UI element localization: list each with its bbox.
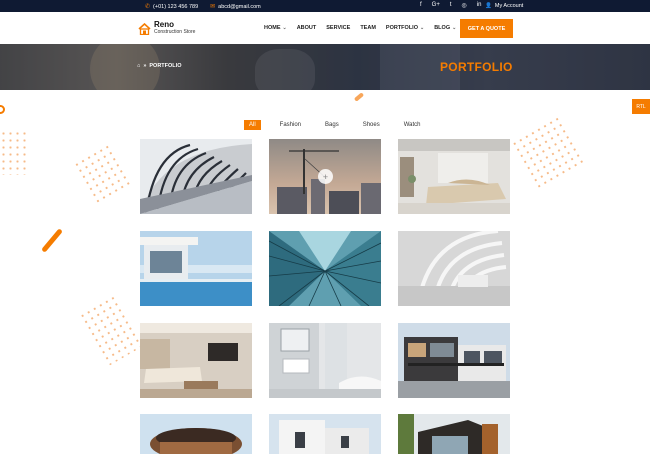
mail-icon: ✉ [210, 4, 216, 10]
facebook-icon[interactable]: f [420, 2, 422, 9]
bathroom-image [269, 323, 381, 398]
my-account-link[interactable]: 👤 My Account [485, 3, 523, 9]
phone-info[interactable]: ✆ (+01) 123 456 789 [145, 3, 198, 10]
white-building-image [269, 414, 381, 454]
page-banner [0, 44, 650, 90]
portfolio-item-bathroom[interactable] [269, 323, 381, 398]
portfolio-item-glass-tower[interactable] [269, 231, 381, 306]
portfolio-filters: All Fashion Bags Shoes Watch [244, 120, 426, 130]
linkedin-icon[interactable]: in [477, 2, 482, 9]
portfolio-item-white-arches[interactable] [398, 231, 510, 306]
decorative-dots [509, 114, 586, 191]
portfolio-item-wood-house[interactable] [398, 414, 510, 454]
portfolio-item-round-building[interactable] [140, 414, 252, 454]
main-nav: HOME⌄ABOUTSERVICETEAMPORTFOLIO⌄BLOG⌄PAGE… [264, 25, 488, 31]
filter-fashion[interactable]: Fashion [275, 120, 306, 130]
filter-all[interactable]: All [244, 120, 261, 130]
decorative-dots [0, 130, 28, 175]
living-room-image [140, 323, 252, 398]
chevron-down-icon: ⌄ [282, 25, 287, 31]
phone-icon: ✆ [145, 4, 151, 10]
logo-tagline: Construction Store [154, 29, 196, 35]
decorative-ring [0, 105, 5, 114]
google-plus-icon[interactable]: G+ [432, 2, 440, 9]
nav-item-blog[interactable]: BLOG ⌄ [434, 25, 456, 31]
nav-item-label: HOME [264, 25, 281, 31]
infinity-pool-image [140, 231, 252, 306]
logo-name: Reno [154, 20, 174, 29]
filter-watch[interactable]: Watch [399, 120, 426, 130]
portfolio-item-modern-house[interactable] [398, 323, 510, 398]
breadcrumb-current: PORTFOLIO [149, 63, 182, 69]
glass-tower-image [269, 231, 381, 306]
logo-house-icon [138, 22, 151, 36]
chevron-down-icon: ⌄ [452, 25, 457, 31]
chevron-down-icon: ⌄ [420, 25, 425, 31]
filter-shoes[interactable]: Shoes [358, 120, 385, 130]
nav-item-portfolio[interactable]: PORTFOLIO ⌄ [386, 25, 424, 31]
nav-item-service[interactable]: SERVICE [326, 25, 350, 31]
email-address: abcd@gmail.com [218, 4, 261, 10]
breadcrumb-separator-icon: » [143, 63, 147, 69]
page-title: PORTFOLIO [440, 60, 513, 74]
round-building-image [140, 414, 252, 454]
wood-house-image [398, 414, 510, 454]
portfolio-item-city-crane[interactable]: + [269, 139, 381, 214]
bedroom-image [398, 139, 510, 214]
zoom-plus-icon[interactable]: + [318, 169, 333, 184]
breadcrumb: ⌂ » PORTFOLIO [137, 63, 181, 69]
nav-item-label: ABOUT [296, 25, 317, 31]
nav-item-about[interactable]: ABOUT [297, 25, 317, 31]
nav-item-label: BLOG [434, 25, 451, 31]
social-links: f G+ t ◎ in [420, 2, 481, 9]
portfolio-item-living-room[interactable] [140, 323, 252, 398]
decorative-dash [353, 92, 365, 102]
instagram-icon[interactable]: ◎ [462, 2, 467, 9]
portfolio-item-bedroom[interactable] [398, 139, 510, 214]
home-icon[interactable]: ⌂ [137, 63, 140, 69]
nav-item-team[interactable]: TEAM [360, 25, 376, 31]
nav-item-label: PORTFOLIO [385, 25, 418, 31]
user-icon: 👤 [485, 3, 492, 9]
glass-corridor-image [140, 139, 252, 214]
portfolio-item-infinity-pool[interactable] [140, 231, 252, 306]
twitter-icon[interactable]: t [450, 2, 452, 9]
nav-item-label: SERVICE [326, 25, 351, 31]
rtl-toggle-button[interactable]: RTL [632, 99, 650, 114]
modern-house-image [398, 323, 510, 398]
get-a-quote-button[interactable]: GET A QUOTE [460, 19, 513, 38]
nav-item-home[interactable]: HOME ⌄ [264, 25, 287, 31]
portfolio-item-glass-corridor[interactable] [140, 139, 252, 214]
decorative-dots [77, 293, 145, 367]
top-bar: ✆ (+01) 123 456 789 ✉ abcd@gmail.com f G+ … [0, 0, 650, 12]
filter-bags[interactable]: Bags [320, 120, 344, 130]
decorative-dots [72, 143, 132, 207]
email-info[interactable]: ✉ abcd@gmail.com [210, 3, 261, 10]
site-logo[interactable]: Reno Construction Store [138, 20, 196, 36]
my-account-label: My Account [494, 3, 524, 9]
white-arches-image [398, 231, 510, 306]
main-header: Reno Construction Store HOME ⌄ ABOUT SERVIC… [0, 12, 650, 44]
phone-number: (+01) 123 456 789 [153, 4, 199, 10]
nav-item-label: TEAM [360, 25, 376, 31]
portfolio-item-white-building[interactable] [269, 414, 381, 454]
decorative-dash [41, 228, 63, 253]
